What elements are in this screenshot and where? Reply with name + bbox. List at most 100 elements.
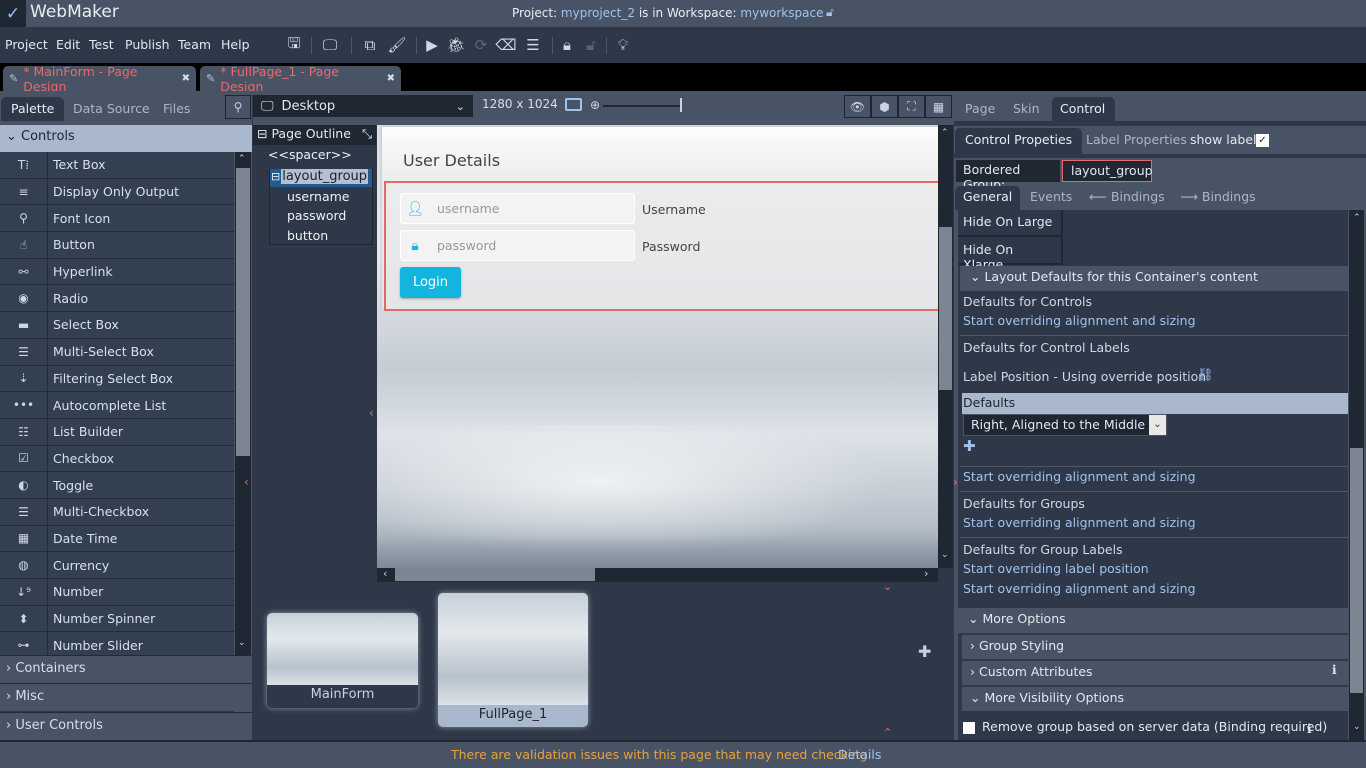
properties-scroll-thumb[interactable] (1350, 448, 1363, 693)
menu-help[interactable]: Help (221, 37, 250, 52)
bug-icon[interactable]: 🐞︎ (446, 35, 466, 55)
collapse-outline-icon[interactable]: ‹ (369, 406, 374, 420)
add-page-button[interactable]: ✚ (918, 642, 931, 661)
canvas-vscroll-thumb[interactable] (939, 227, 952, 390)
tab-control-properties[interactable]: Control Propeties (955, 128, 1083, 154)
outline-item-button[interactable]: button (287, 228, 328, 243)
page-thumb-mainform[interactable]: MainForm (267, 613, 418, 708)
layout-group-selection[interactable]: 👤︎ username Username 🔒︎ password Passwor… (384, 181, 938, 311)
play-icon[interactable]: ▶ (422, 35, 442, 55)
tab-out-bindings[interactable]: ⟶ Bindings (1172, 186, 1264, 210)
palette-item-select-box[interactable]: ▬ Select Box (0, 312, 234, 339)
show-label-checkbox[interactable]: ✓ (1256, 134, 1269, 147)
doc-tab-fullpage[interactable]: ✎ * FullPage_1 - Page Design ✖ (200, 64, 401, 94)
tab-page[interactable]: Page (957, 97, 1003, 121)
palette-item-autocomplete-list[interactable]: ••• Autocomplete List (0, 392, 234, 419)
palette-item-checkbox[interactable]: ☑ Checkbox (0, 445, 234, 473)
server-icon[interactable]: ☰ (523, 35, 543, 55)
palette-item-list-builder[interactable]: ☷ List Builder (0, 418, 234, 446)
collapse-right-panel-icon[interactable]: › (953, 475, 958, 489)
remove-group-checkbox[interactable] (963, 722, 975, 734)
palette-item-multi-select-box[interactable]: ☰ Multi-Select Box (0, 338, 234, 366)
hide-on-large-toggle[interactable]: Hide On Large (958, 210, 1063, 237)
close-icon[interactable]: ✖ (182, 73, 190, 84)
scroll-down-icon[interactable]: ⌄ (941, 550, 949, 560)
page-thumb-fullpage[interactable]: FullPage_1 (438, 593, 588, 727)
chevron-down-icon[interactable]: ⌄ (1149, 415, 1166, 435)
menu-edit[interactable]: Edit (56, 37, 80, 52)
expand-up-icon[interactable]: ⌃ (883, 726, 892, 739)
bounds-button[interactable]: ⛶ (898, 95, 925, 118)
palette-item-number[interactable]: ↓⁹ Number (0, 579, 234, 606)
palette-item-currency[interactable]: ◍ Currency (0, 552, 234, 579)
workspace-name[interactable]: myworkspace (740, 6, 823, 20)
tab-skin[interactable]: Skin (1005, 97, 1048, 121)
device-select[interactable]: 🖵 Desktop ⌄ (253, 95, 473, 117)
eraser-icon[interactable]: ⌫ (495, 35, 516, 55)
controls-section-header[interactable]: ⌄ Controls (0, 125, 252, 152)
palette-item-button[interactable]: ☝ Button (0, 232, 234, 259)
tab-control[interactable]: Control (1052, 97, 1115, 121)
collapse-arrows-icon[interactable]: ⤡ (362, 126, 372, 142)
close-icon[interactable]: ✖ (387, 73, 395, 84)
tab-in-bindings[interactable]: ⟵ Bindings (1081, 186, 1173, 210)
save-icon[interactable]: 🖫 (284, 34, 304, 55)
info-icon[interactable]: i (1332, 663, 1337, 677)
monitor-icon[interactable]: 🖵 (320, 35, 340, 55)
override-control-labels-link[interactable]: Start overriding alignment and sizing (963, 469, 1196, 484)
tab-data-source[interactable]: Data Source (63, 97, 160, 121)
custom-attributes-section[interactable]: › Custom Attributes (962, 660, 1348, 685)
copy-icon[interactable]: ⧉ (360, 35, 380, 55)
tab-events[interactable]: Events (1022, 186, 1080, 210)
hide-on-xlarge-toggle[interactable]: Hide On Xlarge (958, 238, 1063, 272)
lock-icon[interactable]: 🔒︎ (557, 35, 577, 55)
tab-palette[interactable]: Palette (1, 97, 65, 121)
outline-item-layout-group[interactable]: ⊟ layout_group (270, 169, 372, 187)
section-containers[interactable]: › Containers (0, 655, 252, 683)
layout-defaults-header[interactable]: ⌄ Layout Defaults for this Container's c… (960, 266, 1348, 291)
palette-item-font-icon[interactable]: ⚲ Font Icon (0, 205, 234, 233)
doc-tab-mainform[interactable]: ✎ * MainForm - Page Design ✖ (3, 64, 196, 94)
bordered-group-name-field[interactable]: layout_group (1062, 160, 1153, 182)
more-visibility-section[interactable]: ⌄ More Visibility Options (962, 686, 1348, 711)
login-button[interactable]: Login (400, 267, 461, 298)
palette-item-filtering-select-box[interactable]: ⇣ Filtering Select Box (0, 365, 234, 393)
menu-test[interactable]: Test (89, 37, 114, 52)
menu-publish[interactable]: Publish (125, 37, 170, 52)
unlock-icon[interactable]: 🔓︎ (826, 5, 834, 20)
group-styling-section[interactable]: › Group Styling (962, 634, 1348, 659)
palette-item-date-time[interactable]: ▦ Date Time (0, 525, 234, 553)
rotate-device-icon[interactable] (565, 98, 582, 111)
scroll-up-icon[interactable]: ⌃ (238, 154, 246, 164)
add-override-button[interactable]: ✚ (963, 437, 976, 455)
unlink-icon[interactable]: ⛓ (1197, 368, 1214, 383)
palette-item-toggle[interactable]: ◐ Toggle (0, 472, 234, 499)
override-groups-link[interactable]: Start overriding alignment and sizing (963, 515, 1196, 530)
page-outline-header[interactable]: ⊟ Page Outline ⤡ (253, 125, 376, 145)
scroll-down-icon[interactable]: ⌄ (238, 638, 246, 648)
tab-general[interactable]: General (955, 186, 1021, 210)
design-canvas[interactable]: User Details 👤︎ username Username 🔒︎ pas… (377, 125, 938, 568)
outline-item-username[interactable]: username (287, 189, 350, 204)
project-name[interactable]: myproject_2 (561, 6, 635, 20)
palette-item-multi-checkbox[interactable]: ☰ Multi-Checkbox (0, 498, 234, 526)
user-details-card[interactable]: User Details 👤︎ username Username 🔒︎ pas… (382, 127, 938, 311)
brush-icon[interactable]: 🖌︎ (387, 35, 407, 55)
3d-view-button[interactable]: ⬢ (871, 95, 898, 118)
section-misc[interactable]: › Misc (0, 683, 252, 711)
menu-team[interactable]: Team (178, 37, 211, 52)
outline-item-spacer[interactable]: <<spacer>> (268, 147, 352, 162)
palette-item-radio[interactable]: ◉ Radio (0, 285, 234, 313)
palette-item-text-box[interactable]: T⁞ Text Box (0, 152, 234, 179)
validation-details-link[interactable]: Details (838, 747, 881, 762)
palette-scroll-thumb[interactable] (236, 168, 250, 456)
zoom-slider[interactable] (603, 105, 681, 107)
outline-item-password[interactable]: password (287, 208, 346, 223)
tab-files[interactable]: Files (153, 97, 200, 121)
scroll-up-icon[interactable]: ⌃ (1353, 213, 1361, 223)
scroll-right-icon[interactable]: › (924, 567, 928, 580)
tab-label-properties[interactable]: Label Properties (1076, 128, 1197, 154)
password-input[interactable]: 🔒︎ password (400, 230, 635, 261)
palette-item-display-only-output[interactable]: ≡ Display Only Output (0, 178, 234, 206)
grid-button[interactable]: ▦ (925, 95, 952, 118)
